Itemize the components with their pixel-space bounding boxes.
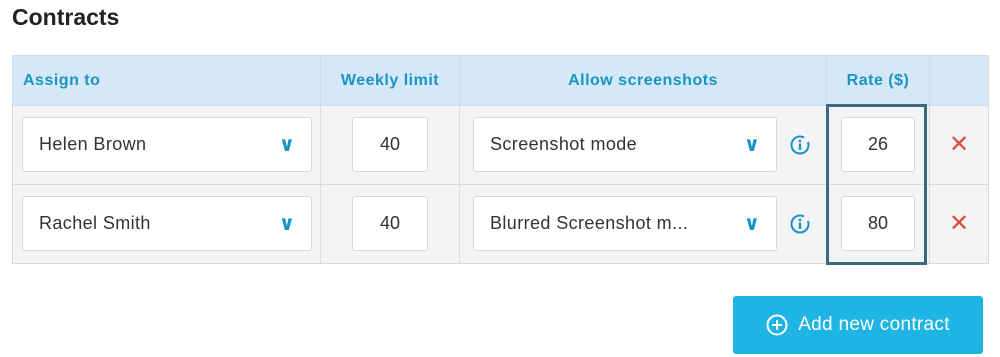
close-icon[interactable]: ✕ bbox=[949, 212, 969, 236]
rate-input[interactable]: 80 bbox=[841, 196, 915, 251]
column-header-allow-screenshots: Allow screenshots bbox=[459, 55, 827, 106]
rate-cell: 26 bbox=[826, 105, 930, 185]
page-title: Contracts bbox=[12, 4, 120, 30]
screenshot-mode-select[interactable]: Screenshot mode ∨ bbox=[473, 117, 777, 172]
assign-to-cell: Helen Brown ∨ bbox=[12, 105, 321, 185]
allow-screenshots-cell: Screenshot mode ∨ bbox=[459, 105, 827, 185]
table-row: Rachel Smith ∨ 40 Blurred Screenshot m..… bbox=[12, 184, 989, 264]
info-icon[interactable] bbox=[790, 135, 810, 155]
chevron-down-icon: ∨ bbox=[743, 133, 760, 156]
weekly-limit-input[interactable]: 40 bbox=[352, 196, 428, 251]
add-new-contract-label: Add new contract bbox=[798, 314, 950, 335]
add-new-contract-button[interactable]: Add new contract bbox=[733, 296, 983, 354]
column-header-weekly-limit: Weekly limit bbox=[320, 55, 460, 106]
table-row: Helen Brown ∨ 40 Screenshot mode ∨ 26 ✕ bbox=[12, 105, 989, 185]
column-header-actions bbox=[929, 55, 989, 106]
chevron-down-icon: ∨ bbox=[278, 133, 295, 156]
assignee-select[interactable]: Rachel Smith ∨ bbox=[22, 196, 312, 251]
rate-input[interactable]: 26 bbox=[841, 117, 915, 172]
assignee-value: Rachel Smith bbox=[39, 213, 151, 233]
info-icon[interactable] bbox=[790, 214, 810, 234]
column-header-rate: Rate ($) bbox=[826, 55, 930, 106]
column-header-assign-to: Assign to bbox=[12, 55, 321, 106]
assign-to-cell: Rachel Smith ∨ bbox=[12, 184, 321, 264]
actions-cell: ✕ bbox=[929, 105, 989, 185]
allow-screenshots-cell: Blurred Screenshot m... ∨ bbox=[459, 184, 827, 264]
screenshot-mode-value: Blurred Screenshot m... bbox=[490, 213, 689, 233]
actions-cell: ✕ bbox=[929, 184, 989, 264]
close-icon[interactable]: ✕ bbox=[949, 133, 969, 157]
plus-circle-icon bbox=[766, 314, 788, 336]
screenshot-mode-value: Screenshot mode bbox=[490, 134, 638, 154]
chevron-down-icon: ∨ bbox=[743, 212, 760, 235]
assignee-select[interactable]: Helen Brown ∨ bbox=[22, 117, 312, 172]
screenshot-mode-select[interactable]: Blurred Screenshot m... ∨ bbox=[473, 196, 777, 251]
chevron-down-icon: ∨ bbox=[278, 212, 295, 235]
assignee-value: Helen Brown bbox=[39, 134, 147, 154]
weekly-limit-input[interactable]: 40 bbox=[352, 117, 428, 172]
weekly-limit-cell: 40 bbox=[320, 184, 460, 264]
rate-cell: 80 bbox=[826, 184, 930, 264]
weekly-limit-cell: 40 bbox=[320, 105, 460, 185]
contracts-table: Assign to Weekly limit Allow screenshots… bbox=[12, 55, 989, 264]
table-header-row: Assign to Weekly limit Allow screenshots… bbox=[12, 55, 989, 106]
